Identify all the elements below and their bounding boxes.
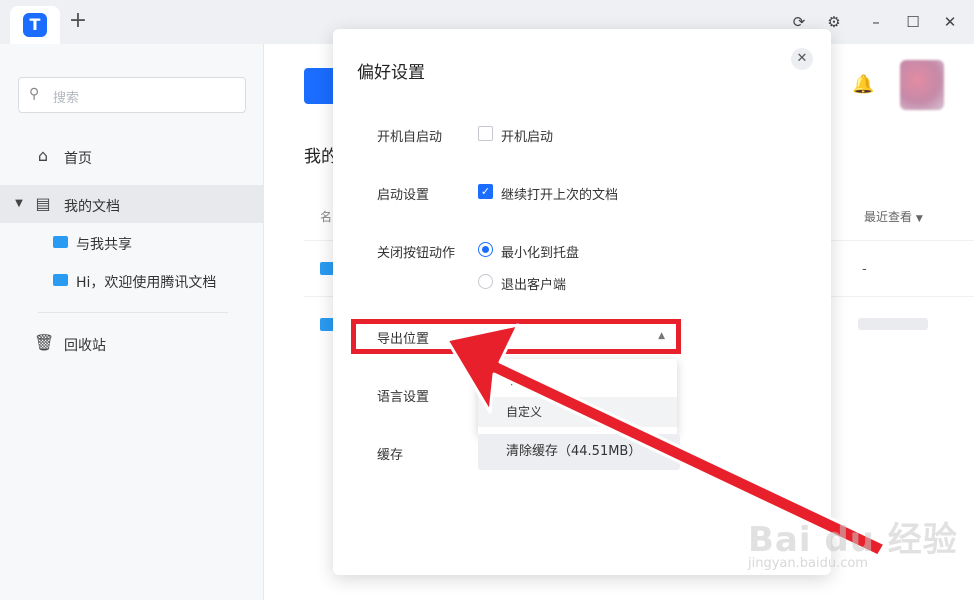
- sidebar: ⚲ 搜索 ⌂ 首页 ▼ ▤ 我的文档 与我共享 Hi，欢迎使用腾讯文档 🗑 回收…: [0, 44, 264, 600]
- baidu-watermark-logo: Bai du 经验: [748, 520, 958, 560]
- autostart-label: 开机自启动: [377, 130, 443, 145]
- sidebar-item-label: Hi，欢迎使用腾讯文档: [76, 275, 217, 291]
- clear-cache-button[interactable]: 清除缓存（44.51MB）: [478, 434, 680, 470]
- avatar[interactable]: [900, 60, 944, 110]
- trash-icon: 🗑: [34, 333, 55, 352]
- export-location-dropdown: 下 自定义: [478, 359, 677, 435]
- startup-label: 启动设置: [377, 188, 430, 203]
- sort-caret-icon: ▼: [915, 214, 923, 224]
- expand-triangle-icon: ▼: [15, 198, 23, 209]
- sidebar-item-my-docs[interactable]: ▼ ▤ 我的文档: [0, 185, 264, 223]
- sidebar-item-label: 首页: [64, 151, 92, 167]
- language-label: 语言设置: [377, 390, 430, 405]
- minimize-button[interactable]: –: [866, 12, 886, 32]
- active-tab[interactable]: T: [10, 6, 60, 44]
- tencent-docs-logo-icon: T: [23, 13, 47, 37]
- dialog-close-button[interactable]: ✕: [791, 48, 813, 70]
- sidebar-item-welcome[interactable]: Hi，欢迎使用腾讯文档: [0, 261, 264, 299]
- sidebar-item-label: 我的文档: [64, 199, 120, 215]
- folder-icon: [320, 318, 334, 331]
- search-placeholder: 搜索: [53, 91, 80, 106]
- startup-checkbox[interactable]: ✓: [478, 184, 493, 199]
- cache-label: 缓存: [377, 448, 404, 463]
- close-action-label: 关闭按钮动作: [377, 246, 456, 261]
- sidebar-item-label: 回收站: [64, 338, 106, 354]
- table-row-recent: -: [862, 262, 867, 277]
- close-window-button[interactable]: ✕: [940, 12, 960, 32]
- column-header-name[interactable]: 名: [320, 208, 332, 225]
- sidebar-item-shared[interactable]: 与我共享: [0, 223, 264, 261]
- exit-client-option[interactable]: 退出客户端: [501, 274, 566, 293]
- dropdown-item-custom[interactable]: 自定义: [478, 397, 677, 427]
- new-tab-button[interactable]: +: [68, 10, 88, 34]
- annotation-highlight-box: [351, 319, 681, 354]
- exit-client-radio[interactable]: [478, 274, 493, 289]
- document-icon: ▤: [35, 194, 51, 213]
- sidebar-item-trash[interactable]: 🗑 回收站: [0, 324, 264, 362]
- dropdown-item-download[interactable]: 下: [478, 365, 677, 395]
- minimize-to-tray-option[interactable]: 最小化到托盘: [501, 242, 579, 261]
- sidebar-item-home[interactable]: ⌂ 首页: [0, 137, 264, 175]
- sidebar-item-label: 与我共享: [76, 237, 132, 253]
- startup-option[interactable]: 继续打开上次的文档: [501, 184, 618, 203]
- autostart-option[interactable]: 开机启动: [501, 126, 553, 145]
- shared-folder-icon: [53, 236, 68, 248]
- search-input[interactable]: ⚲ 搜索: [18, 77, 246, 113]
- minimize-to-tray-radio[interactable]: [478, 242, 493, 257]
- autostart-checkbox[interactable]: [478, 126, 493, 141]
- preferences-dialog: 偏好设置 ✕ 开机自启动 开机启动 启动设置 ✓ 继续打开上次的文档 关闭按钮动…: [333, 29, 831, 575]
- table-row-recent-blurred: [858, 318, 928, 330]
- column-header-recent-label: 最近查看: [864, 210, 913, 224]
- notification-bell-icon[interactable]: 🔔: [852, 74, 874, 96]
- folder-icon: [320, 262, 334, 275]
- maximize-button[interactable]: ☐: [903, 12, 923, 32]
- search-icon: ⚲: [29, 86, 40, 102]
- baidu-watermark-url: jingyan.baidu.com: [748, 556, 868, 571]
- column-header-recent[interactable]: 最近查看 ▼: [864, 208, 923, 225]
- home-icon: ⌂: [37, 146, 49, 165]
- dialog-title: 偏好设置: [357, 63, 425, 83]
- folder-icon: [53, 274, 68, 286]
- sidebar-divider: [38, 312, 228, 313]
